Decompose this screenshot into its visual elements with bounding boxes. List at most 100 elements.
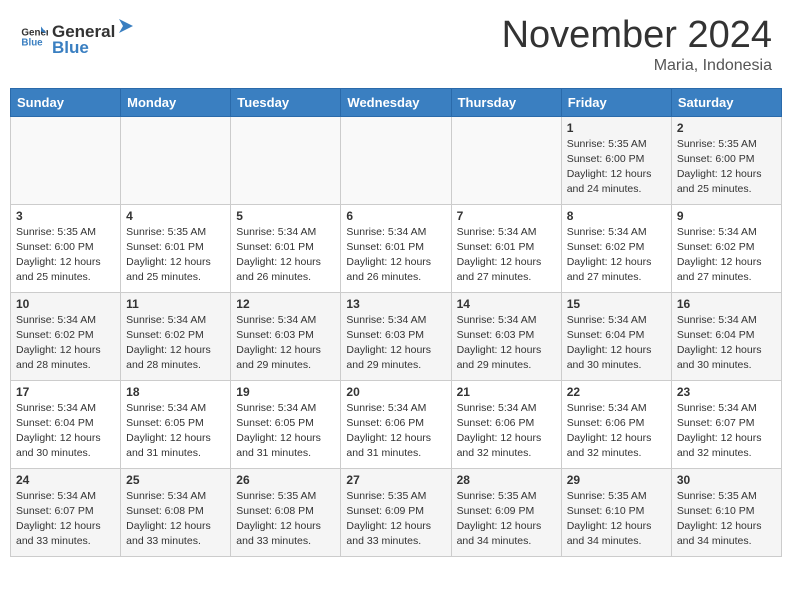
calendar-day-cell: 1 Sunrise: 5:35 AM Sunset: 6:00 PM Daylig… — [561, 116, 671, 204]
calendar-day-cell: 26 Sunrise: 5:35 AM Sunset: 6:08 PM Dayli… — [231, 468, 341, 556]
day-info: Sunrise: 5:35 AM Sunset: 6:09 PM Dayligh… — [346, 489, 445, 550]
weekday-header-saturday: Saturday — [671, 88, 781, 116]
day-info: Sunrise: 5:34 AM Sunset: 6:01 PM Dayligh… — [346, 225, 445, 286]
calendar-day-cell — [231, 116, 341, 204]
day-info: Sunrise: 5:34 AM Sunset: 6:05 PM Dayligh… — [126, 401, 225, 462]
calendar-day-cell: 25Sunrise: 5:34 AM Sunset: 6:08 PM Dayli… — [121, 468, 231, 556]
calendar-week-row: 17Sunrise: 5:34 AM Sunset: 6:04 PM Dayli… — [11, 380, 782, 468]
calendar-week-row: 10 Sunrise: 5:34 AM Sunset: 6:02 PM Dayli… — [11, 292, 782, 380]
calendar-day-cell: 4 Sunrise: 5:35 AM Sunset: 6:01 PM Daylig… — [121, 204, 231, 292]
day-number: 28 — [457, 473, 556, 487]
day-number: 20 — [346, 385, 445, 399]
calendar-day-cell: 11Sunrise: 5:34 AM Sunset: 6:02 PM Dayli… — [121, 292, 231, 380]
day-number: 29 — [567, 473, 666, 487]
day-info: Sunrise: 5:35 AM Sunset: 6:01 PM Dayligh… — [126, 225, 225, 286]
logo-icon: General Blue — [20, 23, 48, 51]
calendar-day-cell: 30 Sunrise: 5:35 AM Sunset: 6:10 PM Dayli… — [671, 468, 781, 556]
day-info: Sunrise: 5:34 AM Sunset: 6:06 PM Dayligh… — [346, 401, 445, 462]
day-number: 7 — [457, 209, 556, 223]
day-number: 14 — [457, 297, 556, 311]
day-number: 6 — [346, 209, 445, 223]
calendar-header: SundayMondayTuesdayWednesdayThursdayFrid… — [11, 88, 782, 116]
day-info: Sunrise: 5:34 AM Sunset: 6:06 PM Dayligh… — [567, 401, 666, 462]
title-block: November 2024 Maria, Indonesia — [502, 15, 772, 75]
calendar-day-cell: 9Sunrise: 5:34 AM Sunset: 6:02 PM Daylig… — [671, 204, 781, 292]
day-info: Sunrise: 5:34 AM Sunset: 6:05 PM Dayligh… — [236, 401, 335, 462]
day-info: Sunrise: 5:34 AM Sunset: 6:07 PM Dayligh… — [16, 489, 115, 550]
day-info: Sunrise: 5:34 AM Sunset: 6:03 PM Dayligh… — [457, 313, 556, 374]
day-info: Sunrise: 5:34 AM Sunset: 6:07 PM Dayligh… — [677, 401, 776, 462]
day-number: 11 — [126, 297, 225, 311]
day-number: 22 — [567, 385, 666, 399]
day-info: Sunrise: 5:34 AM Sunset: 6:04 PM Dayligh… — [567, 313, 666, 374]
day-info: Sunrise: 5:34 AM Sunset: 6:04 PM Dayligh… — [16, 401, 115, 462]
calendar-week-row: 1 Sunrise: 5:35 AM Sunset: 6:00 PM Daylig… — [11, 116, 782, 204]
day-info: Sunrise: 5:35 AM Sunset: 6:00 PM Dayligh… — [16, 225, 115, 286]
calendar-day-cell: 21 Sunrise: 5:34 AM Sunset: 6:06 PM Dayli… — [451, 380, 561, 468]
calendar-day-cell: 22 Sunrise: 5:34 AM Sunset: 6:06 PM Dayli… — [561, 380, 671, 468]
day-number: 15 — [567, 297, 666, 311]
weekday-header-wednesday: Wednesday — [341, 88, 451, 116]
day-info: Sunrise: 5:35 AM Sunset: 6:10 PM Dayligh… — [677, 489, 776, 550]
day-info: Sunrise: 5:35 AM Sunset: 6:00 PM Dayligh… — [567, 137, 666, 198]
day-number: 3 — [16, 209, 115, 223]
day-info: Sunrise: 5:34 AM Sunset: 6:01 PM Dayligh… — [457, 225, 556, 286]
calendar-day-cell: 13 Sunrise: 5:34 AM Sunset: 6:03 PM Dayli… — [341, 292, 451, 380]
weekday-header-tuesday: Tuesday — [231, 88, 341, 116]
day-number: 23 — [677, 385, 776, 399]
day-number: 26 — [236, 473, 335, 487]
location-subtitle: Maria, Indonesia — [502, 57, 772, 75]
day-number: 27 — [346, 473, 445, 487]
day-number: 24 — [16, 473, 115, 487]
calendar-day-cell: 12Sunrise: 5:34 AM Sunset: 6:03 PM Dayli… — [231, 292, 341, 380]
weekday-header-monday: Monday — [121, 88, 231, 116]
calendar-day-cell — [121, 116, 231, 204]
day-info: Sunrise: 5:34 AM Sunset: 6:02 PM Dayligh… — [567, 225, 666, 286]
weekday-header-friday: Friday — [561, 88, 671, 116]
calendar-day-cell: 24 Sunrise: 5:34 AM Sunset: 6:07 PM Dayli… — [11, 468, 121, 556]
calendar-body: 1 Sunrise: 5:35 AM Sunset: 6:00 PM Daylig… — [11, 116, 782, 556]
day-info: Sunrise: 5:34 AM Sunset: 6:02 PM Dayligh… — [16, 313, 115, 374]
weekday-header-sunday: Sunday — [11, 88, 121, 116]
calendar-day-cell: 6 Sunrise: 5:34 AM Sunset: 6:01 PM Daylig… — [341, 204, 451, 292]
calendar-day-cell — [11, 116, 121, 204]
calendar-day-cell: 2Sunrise: 5:35 AM Sunset: 6:00 PM Daylig… — [671, 116, 781, 204]
calendar-day-cell: 18 Sunrise: 5:34 AM Sunset: 6:05 PM Dayli… — [121, 380, 231, 468]
day-number: 5 — [236, 209, 335, 223]
day-info: Sunrise: 5:34 AM Sunset: 6:08 PM Dayligh… — [126, 489, 225, 550]
calendar-day-cell: 7 Sunrise: 5:34 AM Sunset: 6:01 PM Daylig… — [451, 204, 561, 292]
day-number: 4 — [126, 209, 225, 223]
calendar-day-cell: 19 Sunrise: 5:34 AM Sunset: 6:05 PM Dayli… — [231, 380, 341, 468]
calendar-day-cell: 20 Sunrise: 5:34 AM Sunset: 6:06 PM Dayli… — [341, 380, 451, 468]
day-info: Sunrise: 5:35 AM Sunset: 6:08 PM Dayligh… — [236, 489, 335, 550]
day-number: 1 — [567, 121, 666, 135]
day-info: Sunrise: 5:35 AM Sunset: 6:10 PM Dayligh… — [567, 489, 666, 550]
day-number: 21 — [457, 385, 556, 399]
day-number: 8 — [567, 209, 666, 223]
day-info: Sunrise: 5:35 AM Sunset: 6:09 PM Dayligh… — [457, 489, 556, 550]
day-info: Sunrise: 5:34 AM Sunset: 6:03 PM Dayligh… — [346, 313, 445, 374]
svg-text:Blue: Blue — [21, 37, 43, 48]
calendar-day-cell: 15 Sunrise: 5:34 AM Sunset: 6:04 PM Dayli… — [561, 292, 671, 380]
weekday-header-thursday: Thursday — [451, 88, 561, 116]
day-info: Sunrise: 5:34 AM Sunset: 6:06 PM Dayligh… — [457, 401, 556, 462]
calendar-day-cell: 5 Sunrise: 5:34 AM Sunset: 6:01 PM Daylig… — [231, 204, 341, 292]
calendar-day-cell — [451, 116, 561, 204]
day-number: 2 — [677, 121, 776, 135]
day-info: Sunrise: 5:34 AM Sunset: 6:01 PM Dayligh… — [236, 225, 335, 286]
day-number: 10 — [16, 297, 115, 311]
logo-arrow-icon — [115, 15, 137, 37]
day-number: 18 — [126, 385, 225, 399]
day-info: Sunrise: 5:34 AM Sunset: 6:03 PM Dayligh… — [236, 313, 335, 374]
day-number: 19 — [236, 385, 335, 399]
calendar-day-cell: 3 Sunrise: 5:35 AM Sunset: 6:00 PM Daylig… — [11, 204, 121, 292]
calendar-day-cell: 14 Sunrise: 5:34 AM Sunset: 6:03 PM Dayli… — [451, 292, 561, 380]
calendar-day-cell: 29 Sunrise: 5:35 AM Sunset: 6:10 PM Dayli… — [561, 468, 671, 556]
day-number: 13 — [346, 297, 445, 311]
day-number: 30 — [677, 473, 776, 487]
calendar-day-cell — [341, 116, 451, 204]
day-number: 16 — [677, 297, 776, 311]
weekday-header-row: SundayMondayTuesdayWednesdayThursdayFrid… — [11, 88, 782, 116]
calendar-day-cell: 16Sunrise: 5:34 AM Sunset: 6:04 PM Dayli… — [671, 292, 781, 380]
calendar-table: SundayMondayTuesdayWednesdayThursdayFrid… — [10, 88, 782, 557]
